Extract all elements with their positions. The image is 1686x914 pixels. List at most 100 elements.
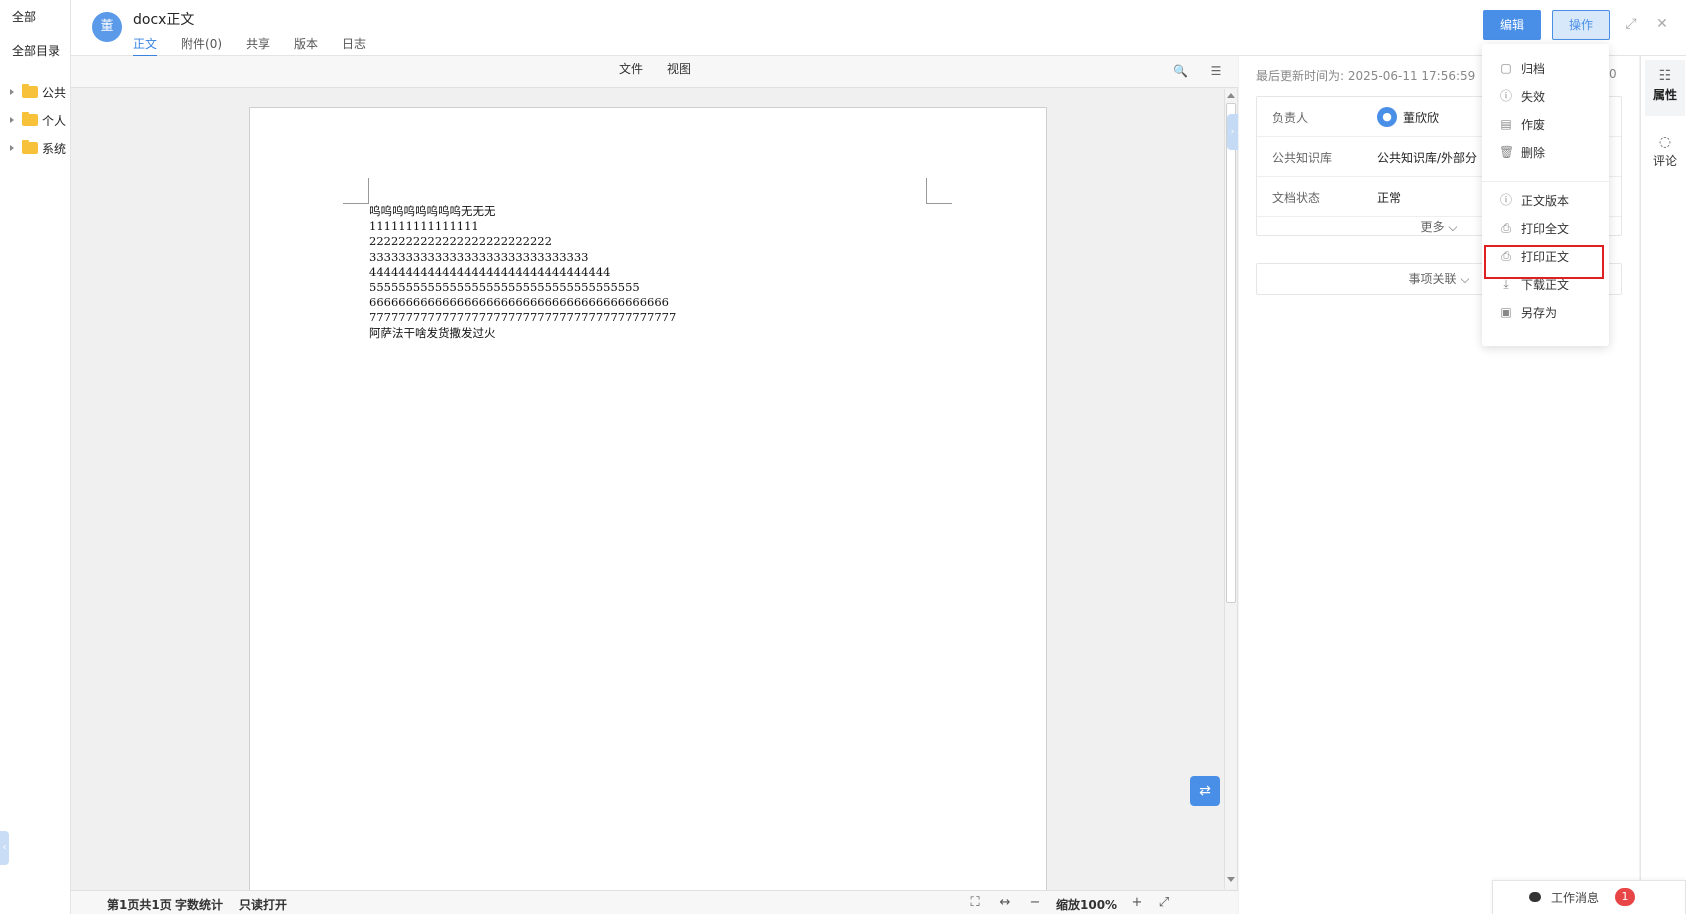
- all-label[interactable]: 全部: [12, 8, 36, 25]
- tree-item-label: 个人: [42, 113, 67, 128]
- prop-value[interactable]: 公共知识库/外部分: [1377, 149, 1477, 166]
- tab-attachments[interactable]: 附件(0): [181, 35, 222, 57]
- menu-item-download-body[interactable]: ⤓ 下载正文: [1482, 270, 1609, 298]
- menu-item-label: 作废: [1521, 117, 1546, 132]
- expand-icon[interactable]: ⤢: [1623, 16, 1639, 32]
- unread-badge: 1: [1615, 888, 1635, 906]
- printer-icon: ⎙: [1501, 221, 1511, 235]
- tab-share[interactable]: 共享: [246, 35, 270, 57]
- archive-icon: ▢: [1500, 61, 1512, 75]
- work-message-label: 工作消息: [1551, 891, 1600, 905]
- void-icon: ▤: [1500, 117, 1512, 131]
- menu-item-archive[interactable]: ▢ 归档: [1482, 54, 1609, 82]
- menu-item-label: 下载正文: [1521, 277, 1570, 292]
- counter-value: 0: [1609, 67, 1617, 81]
- search-icon[interactable]: 🔍: [1173, 64, 1188, 78]
- work-message-button[interactable]: 工作消息 1: [1492, 880, 1686, 914]
- menu-item-save-as[interactable]: ▣ 另存为: [1482, 298, 1609, 326]
- user-icon: ●: [1377, 107, 1397, 127]
- prop-label: 公共知识库: [1272, 151, 1333, 165]
- status-bar: 第1页共1页 字数统计 只读打开 ⛶ ↔ − 缩放100% + ⤢: [71, 890, 1238, 914]
- menu-item-label: 失效: [1521, 89, 1546, 104]
- tab-log[interactable]: 日志: [342, 35, 366, 57]
- more-label: 更多: [1420, 220, 1445, 234]
- word-count-button[interactable]: 字数统计: [175, 896, 223, 913]
- menu-item-print-all[interactable]: ⎙ 打印全文: [1482, 214, 1609, 242]
- document-line: 阿萨法干啥发货撒发过火: [369, 325, 496, 340]
- document-line: 111111111111111: [369, 219, 479, 234]
- download-icon: ⤓: [1503, 277, 1509, 291]
- tab-version[interactable]: 版本: [294, 35, 318, 57]
- scroll-up-icon[interactable]: [1227, 93, 1235, 98]
- right-vertical-tabs: ☷ 属性 ◌ 评论: [1640, 56, 1686, 914]
- document-header: 董 docx正文 正文 附件(0) 共享 版本 日志 编辑 操作 ⤢ ✕: [71, 0, 1686, 57]
- prop-value[interactable]: 董欣欣: [1403, 109, 1439, 126]
- menu-item-label: 打印全文: [1521, 221, 1570, 236]
- menu-item-label: 打印正文: [1521, 249, 1570, 264]
- prop-label: 负责人: [1272, 111, 1309, 125]
- tree-item-personal[interactable]: 个人: [10, 111, 66, 129]
- page-corner-mark: [343, 178, 369, 204]
- outline-icon[interactable]: ☰: [1209, 64, 1223, 78]
- expand-arrow-icon[interactable]: [10, 89, 14, 95]
- scroll-down-icon[interactable]: [1227, 877, 1235, 882]
- fit-width-icon[interactable]: ↔: [997, 895, 1013, 911]
- sliders-icon: ☷: [1658, 68, 1672, 84]
- prop-label: 文档状态: [1272, 191, 1321, 205]
- file-menu[interactable]: 文件: [619, 60, 643, 77]
- viewer-toolbar: 文件 视图 🔍 ☰: [71, 56, 1238, 88]
- scrollbar-thumb[interactable]: [1226, 103, 1236, 603]
- operation-button[interactable]: 操作: [1552, 10, 1610, 40]
- close-icon[interactable]: ✕: [1654, 16, 1670, 32]
- tree-item-public[interactable]: 公共: [10, 83, 66, 101]
- document-line: 2222222222222222222222222: [369, 234, 552, 249]
- zoom-in-icon[interactable]: +: [1129, 895, 1145, 911]
- sidebar-collapse-handle[interactable]: ‹: [0, 831, 9, 865]
- document-page: 呜呜呜呜呜呜呜呜无无无 111111111111111 222222222222…: [249, 107, 1047, 897]
- related-label: 事项关联: [1408, 272, 1457, 286]
- document-viewer: 文件 视图 🔍 ☰ 呜呜呜呜呜呜呜呜无无无 111111111111111 22…: [71, 56, 1238, 914]
- fit-page-icon[interactable]: ⛶: [967, 895, 983, 911]
- zoom-out-icon[interactable]: −: [1027, 895, 1043, 911]
- menu-item-invalidate[interactable]: ⓘ 失效: [1482, 82, 1609, 110]
- menu-item-label: 删除: [1521, 145, 1546, 160]
- menu-item-print-body[interactable]: ⎙ 打印正文: [1482, 242, 1609, 270]
- tree-item-label: 公共: [42, 85, 67, 100]
- printer-icon: ⎙: [1501, 249, 1511, 263]
- document-title: docx正文: [133, 12, 195, 28]
- prop-value: 正常: [1377, 191, 1402, 205]
- trash-icon: 🗑: [1499, 145, 1515, 159]
- fullscreen-icon[interactable]: ⤢: [1156, 895, 1172, 911]
- expand-arrow-icon[interactable]: [10, 117, 14, 123]
- all-directory-label[interactable]: 全部目录: [12, 42, 60, 59]
- info-icon: ⓘ: [1499, 89, 1512, 103]
- folder-icon: [22, 84, 38, 98]
- tab-body[interactable]: 正文: [133, 35, 158, 57]
- edit-button[interactable]: 编辑: [1483, 10, 1541, 40]
- document-tabs: 正文 附件(0) 共享 版本 日志: [133, 35, 390, 57]
- panel-expand-handle[interactable]: ›: [1227, 114, 1238, 150]
- menu-item-label: 另存为: [1521, 305, 1558, 320]
- menu-divider: [1482, 181, 1609, 182]
- menu-item-delete[interactable]: 🗑 删除: [1482, 138, 1609, 166]
- save-icon: ▣: [1500, 305, 1512, 319]
- menu-item-label: 正文版本: [1521, 193, 1570, 208]
- chevron-down-icon: ⌵: [1448, 220, 1458, 234]
- operation-dropdown-menu: ▢ 归档 ⓘ 失效 ▤ 作废 🗑 删除 ⓘ 正文版本 ⎙ 打印全文 ⎙ 打印正文…: [1482, 44, 1609, 346]
- tab-comments[interactable]: ◌ 评论: [1645, 126, 1685, 182]
- tree-item-system[interactable]: 系统: [10, 139, 66, 157]
- vertical-scrollbar[interactable]: [1224, 89, 1236, 889]
- chevron-down-icon: ⌵: [1460, 272, 1470, 286]
- last-updated-time: 最后更新时间为: 2025-06-11 17:56:59: [1256, 69, 1476, 83]
- expand-arrow-icon[interactable]: [10, 145, 14, 151]
- chat-icon: [1529, 892, 1541, 902]
- menu-item-body-version[interactable]: ⓘ 正文版本: [1482, 186, 1609, 214]
- zoom-level[interactable]: 缩放100%: [1056, 896, 1117, 913]
- info-icon: ⓘ: [1499, 193, 1512, 207]
- tab-properties[interactable]: ☷ 属性: [1645, 60, 1685, 116]
- document-line: 333333333333333333333333333333: [369, 249, 589, 264]
- left-sidebar: 全部 全部目录 公共 个人 系统: [0, 0, 71, 914]
- view-menu[interactable]: 视图: [667, 60, 691, 77]
- swap-icon[interactable]: ⇄: [1190, 776, 1220, 806]
- menu-item-void[interactable]: ▤ 作废: [1482, 110, 1609, 138]
